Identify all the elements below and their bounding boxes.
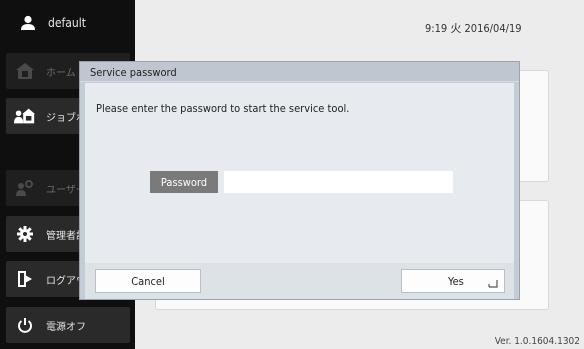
yes-button[interactable]: Yes	[401, 269, 505, 293]
enter-key-icon	[488, 280, 498, 288]
home-icon	[14, 61, 36, 81]
sidebar-item-power-off[interactable]: 電源オフ	[6, 307, 130, 343]
cancel-button-label: Cancel	[131, 274, 165, 288]
service-password-dialog: Service password Please enter the passwo…	[80, 62, 519, 299]
password-label: Password	[150, 171, 218, 193]
user-indicator[interactable]: default	[0, 0, 135, 46]
job-box-icon	[14, 106, 36, 126]
gear-icon	[14, 224, 36, 244]
sidebar-item-label: ホーム	[46, 67, 76, 79]
dialog-message: Please enter the password to start the s…	[96, 102, 350, 115]
sidebar-item-label: 電源オフ	[46, 321, 86, 333]
version-label: Ver. 1.0.1604.1302	[494, 336, 580, 347]
user-settings-icon	[14, 178, 36, 198]
power-icon	[14, 315, 36, 335]
clock-date: 9:19 火 2016/04/19	[425, 22, 522, 35]
yes-button-label: Yes	[448, 274, 464, 288]
dialog-body: Please enter the password to start the s…	[85, 83, 514, 263]
dialog-footer: Cancel Yes	[85, 263, 514, 299]
user-name: default	[48, 16, 86, 30]
logout-icon	[14, 269, 36, 289]
dialog-title: Service password	[80, 62, 519, 82]
password-input[interactable]	[224, 171, 453, 193]
user-icon	[21, 15, 35, 30]
cancel-button[interactable]: Cancel	[95, 269, 201, 293]
